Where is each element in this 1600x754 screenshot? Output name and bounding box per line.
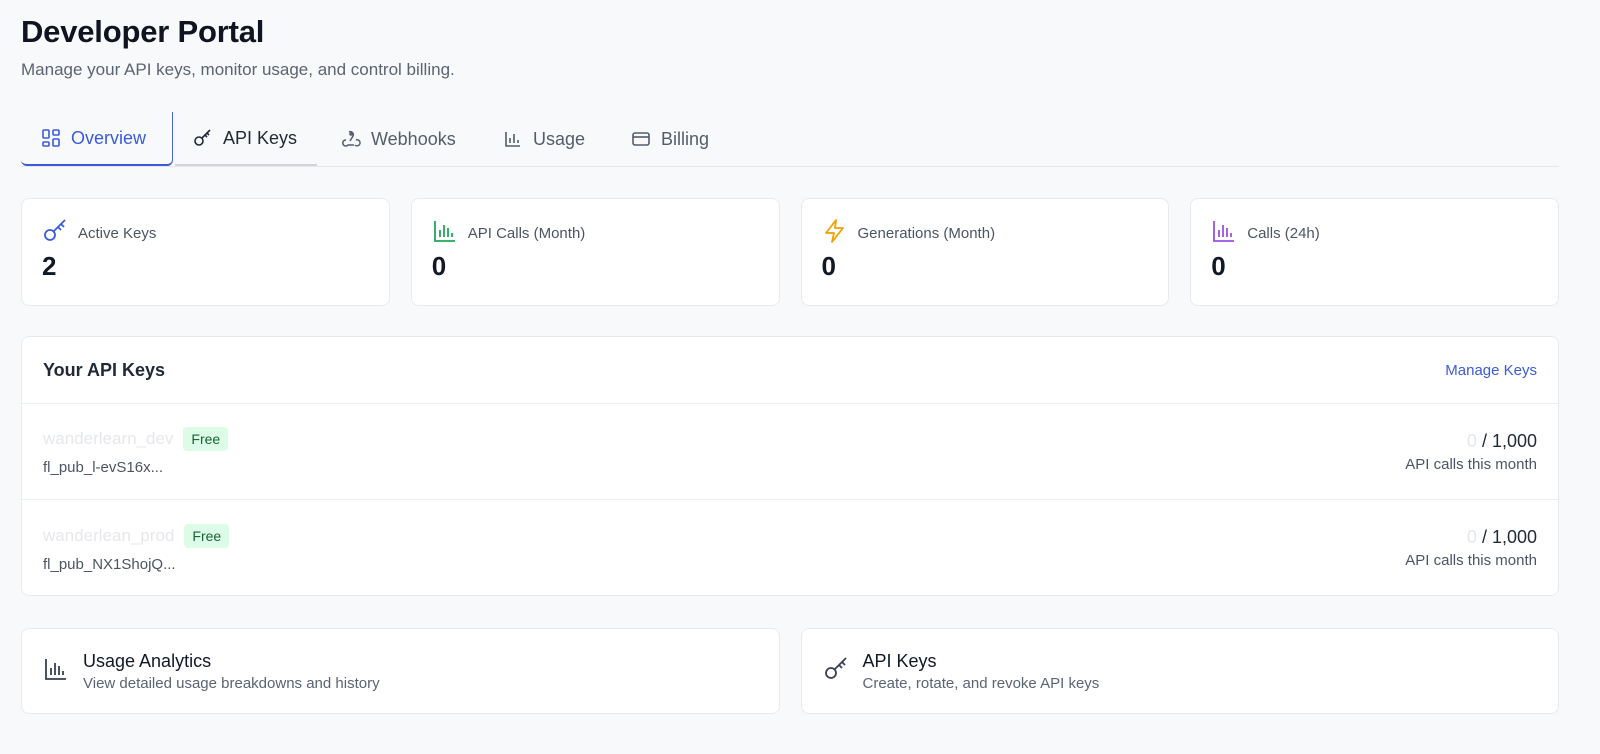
tab-label: Overview: [71, 127, 147, 148]
developer-portal-page: Developer Portal Manage your API keys, m…: [0, 0, 1600, 754]
api-keys-card[interactable]: API Keys Create, rotate, and revoke API …: [800, 628, 1559, 714]
tab-api-keys[interactable]: API Keys: [175, 112, 317, 166]
tab-label: Webhooks: [371, 128, 456, 149]
page-subtitle: Manage your API keys, monitor usage, and…: [21, 60, 455, 79]
key-id: fl_pub_NX1ShojQ...: [43, 555, 176, 573]
tab-label: API Keys: [223, 127, 298, 148]
usage-analytics-card[interactable]: Usage Analytics View detailed usage brea…: [21, 628, 780, 714]
stat-label: Active Keys: [78, 224, 157, 242]
tab-webhooks[interactable]: Webhooks: [341, 112, 456, 166]
plan-badge: Free: [183, 427, 229, 451]
card-description: Create, rotate, and revoke API keys: [862, 674, 1100, 692]
credit-card-icon: [631, 129, 651, 149]
tab-overview[interactable]: Overview: [21, 112, 173, 166]
usage-limit: / 1,000: [1481, 527, 1537, 547]
bar-chart-icon: [43, 656, 69, 687]
stat-card-api-calls-month: API Calls (Month) 0: [410, 198, 780, 306]
card-description: View detailed usage breakdowns and histo…: [83, 674, 380, 692]
quick-links-row: Usage Analytics View detailed usage brea…: [21, 628, 1559, 714]
usage-used: 0: [1466, 430, 1477, 451]
stat-label: Generations (Month): [857, 224, 996, 242]
stat-label: API Calls (Month): [467, 224, 586, 242]
card-title: Usage Analytics: [83, 650, 212, 671]
stat-card-calls-24h: Calls (24h) 0: [1190, 198, 1559, 306]
panel-header: Your API Keys Manage Keys: [22, 337, 1558, 404]
stat-label: Calls (24h): [1247, 224, 1320, 242]
tab-usage[interactable]: Usage: [503, 112, 585, 166]
panel-title: Your API Keys: [43, 359, 166, 380]
page-title: Developer Portal: [21, 14, 265, 49]
key-icon: [823, 656, 849, 687]
tab-bar: Overview API Keys Webhooks Usage Billing: [21, 112, 1559, 167]
stat-value: 0: [431, 251, 447, 281]
stat-value: 2: [42, 251, 57, 281]
key-name: wanderlean_prod: [43, 525, 175, 545]
stat-card-generations-month: Generations (Month) 0: [800, 198, 1170, 306]
stat-value: 0: [1211, 251, 1226, 281]
tab-label: Billing: [661, 128, 710, 149]
webhook-icon: [341, 129, 361, 149]
tab-label: Usage: [533, 128, 586, 149]
dashboard-icon: [41, 128, 61, 148]
key-usage: 0 / 1,000 API calls this month: [1405, 431, 1537, 473]
bar-chart-icon: [1211, 218, 1237, 249]
tab-billing[interactable]: Billing: [631, 112, 709, 166]
key-name: wanderlearn_dev: [43, 429, 174, 448]
usage-caption: API calls this month: [1405, 552, 1537, 569]
lightning-icon: [822, 218, 848, 249]
usage-used: 0: [1466, 527, 1477, 547]
bar-chart-icon: [503, 129, 523, 149]
card-title: API Keys: [862, 650, 937, 671]
stat-card-active-keys: Active Keys 2: [21, 198, 390, 306]
plan-badge: Free: [184, 523, 230, 548]
usage-caption: API calls this month: [1405, 455, 1537, 473]
stats-row: Active Keys 2 API Calls (Month) 0 Genera…: [21, 198, 1559, 306]
api-key-row[interactable]: wanderlean_prod Free fl_pub_NX1ShojQ... …: [22, 500, 1558, 595]
usage-limit: / 1,000: [1481, 430, 1537, 451]
api-keys-panel: Your API Keys Manage Keys wanderlearn_de…: [21, 336, 1559, 596]
bar-chart-icon: [432, 218, 458, 249]
stat-value: 0: [821, 251, 836, 281]
api-key-row[interactable]: wanderlearn_dev Free fl_pub_l-evS16x... …: [22, 404, 1558, 500]
manage-keys-link[interactable]: Manage Keys: [1445, 362, 1537, 379]
key-icon: [193, 128, 213, 148]
key-icon: [42, 218, 68, 249]
key-id: fl_pub_l-evS16x...: [43, 459, 164, 476]
key-usage: 0 / 1,000 API calls this month: [1405, 527, 1537, 569]
